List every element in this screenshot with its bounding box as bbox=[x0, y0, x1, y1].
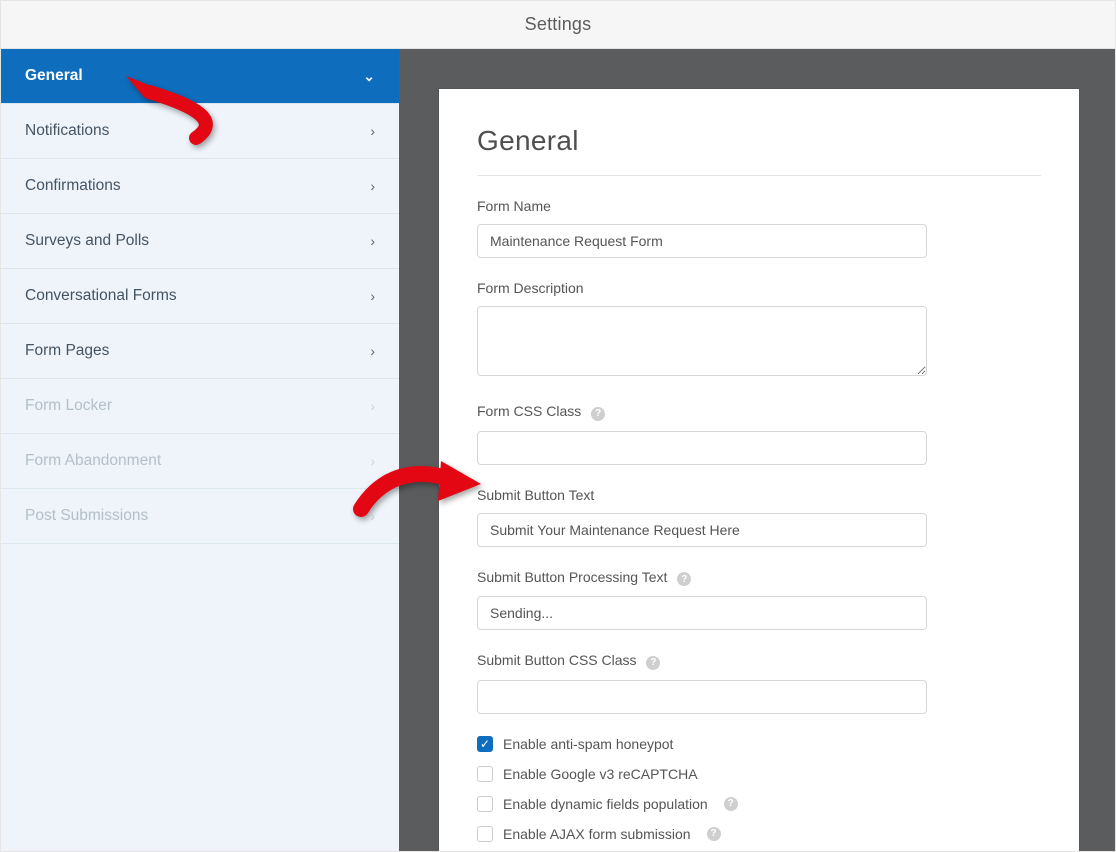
sidebar-item-label: Form Locker bbox=[25, 397, 112, 415]
form-description-input[interactable] bbox=[477, 306, 927, 376]
field-submit-processing-text: Submit Button Processing Text ? bbox=[477, 569, 1041, 631]
option-dynamic-fields: Enable dynamic fields population ? bbox=[477, 796, 1041, 812]
field-submit-button-css: Submit Button CSS Class ? bbox=[477, 652, 1041, 714]
topbar: Settings bbox=[1, 1, 1115, 49]
submit-processing-text-input[interactable] bbox=[477, 596, 927, 630]
sidebar-item-confirmations[interactable]: Confirmations › bbox=[1, 159, 399, 214]
field-form-css-class: Form CSS Class ? bbox=[477, 403, 1041, 465]
submit-processing-text-label: Submit Button Processing Text ? bbox=[477, 569, 1041, 587]
field-form-name: Form Name bbox=[477, 198, 1041, 258]
chevron-down-icon: ⌄ bbox=[363, 68, 375, 85]
form-name-label: Form Name bbox=[477, 198, 1041, 214]
sidebar-item-label: General bbox=[25, 67, 83, 85]
options-checklist: ✓ Enable anti-spam honeypot Enable Googl… bbox=[477, 736, 1041, 852]
chevron-right-icon: › bbox=[370, 398, 375, 414]
option-ajax-submission: Enable AJAX form submission ? bbox=[477, 826, 1041, 842]
form-css-class-input[interactable] bbox=[477, 431, 927, 465]
sidebar-item-label: Form Abandonment bbox=[25, 452, 161, 470]
checkbox[interactable] bbox=[477, 766, 493, 782]
help-icon[interactable]: ? bbox=[646, 656, 660, 670]
option-label: Enable AJAX form submission bbox=[503, 826, 691, 842]
chevron-right-icon: › bbox=[370, 178, 375, 194]
sidebar-item-post-submissions[interactable]: Post Submissions › bbox=[1, 489, 399, 544]
help-icon[interactable]: ? bbox=[724, 797, 738, 811]
sidebar-item-notifications[interactable]: Notifications › bbox=[1, 104, 399, 159]
sidebar-item-label: Conversational Forms bbox=[25, 287, 177, 305]
chevron-right-icon: › bbox=[370, 288, 375, 304]
form-description-label: Form Description bbox=[477, 280, 1041, 296]
form-css-class-label: Form CSS Class ? bbox=[477, 403, 1041, 421]
help-icon[interactable]: ? bbox=[707, 827, 721, 841]
main-area: General Form Name Form Description Form … bbox=[399, 49, 1115, 851]
general-settings-panel: General Form Name Form Description Form … bbox=[439, 89, 1079, 852]
checkbox[interactable] bbox=[477, 796, 493, 812]
help-icon[interactable]: ? bbox=[591, 407, 605, 421]
submit-button-css-label: Submit Button CSS Class ? bbox=[477, 652, 1041, 670]
settings-sidebar: General ⌄ Notifications › Confirmations … bbox=[1, 49, 399, 851]
chevron-right-icon: › bbox=[370, 453, 375, 469]
submit-button-css-input[interactable] bbox=[477, 680, 927, 714]
checkbox[interactable]: ✓ bbox=[477, 736, 493, 752]
sidebar-item-general[interactable]: General ⌄ bbox=[1, 49, 399, 104]
sidebar-item-form-pages[interactable]: Form Pages › bbox=[1, 324, 399, 379]
topbar-title: Settings bbox=[525, 14, 592, 35]
submit-button-text-label: Submit Button Text bbox=[477, 487, 1041, 503]
help-icon[interactable]: ? bbox=[677, 572, 691, 586]
checkbox[interactable] bbox=[477, 826, 493, 842]
sidebar-item-label: Form Pages bbox=[25, 342, 109, 360]
sidebar-item-label: Surveys and Polls bbox=[25, 232, 149, 250]
sidebar-item-form-locker[interactable]: Form Locker › bbox=[1, 379, 399, 434]
option-anti-spam-honeypot: ✓ Enable anti-spam honeypot bbox=[477, 736, 1041, 752]
panel-heading: General bbox=[477, 125, 1041, 176]
sidebar-item-label: Post Submissions bbox=[25, 507, 148, 525]
sidebar-item-conversational-forms[interactable]: Conversational Forms › bbox=[1, 269, 399, 324]
chevron-right-icon: › bbox=[370, 123, 375, 139]
chevron-right-icon: › bbox=[370, 233, 375, 249]
field-submit-button-text: Submit Button Text bbox=[477, 487, 1041, 547]
sidebar-item-label: Confirmations bbox=[25, 177, 121, 195]
sidebar-item-form-abandonment[interactable]: Form Abandonment › bbox=[1, 434, 399, 489]
chevron-right-icon: › bbox=[370, 508, 375, 524]
sidebar-item-label: Notifications bbox=[25, 122, 109, 140]
sidebar-item-surveys-polls[interactable]: Surveys and Polls › bbox=[1, 214, 399, 269]
option-label: Enable Google v3 reCAPTCHA bbox=[503, 766, 698, 782]
option-label: Enable anti-spam honeypot bbox=[503, 736, 673, 752]
form-name-input[interactable] bbox=[477, 224, 927, 258]
field-form-description: Form Description bbox=[477, 280, 1041, 381]
submit-button-text-input[interactable] bbox=[477, 513, 927, 547]
chevron-right-icon: › bbox=[370, 343, 375, 359]
option-label: Enable dynamic fields population bbox=[503, 796, 708, 812]
option-recaptcha-v3: Enable Google v3 reCAPTCHA bbox=[477, 766, 1041, 782]
